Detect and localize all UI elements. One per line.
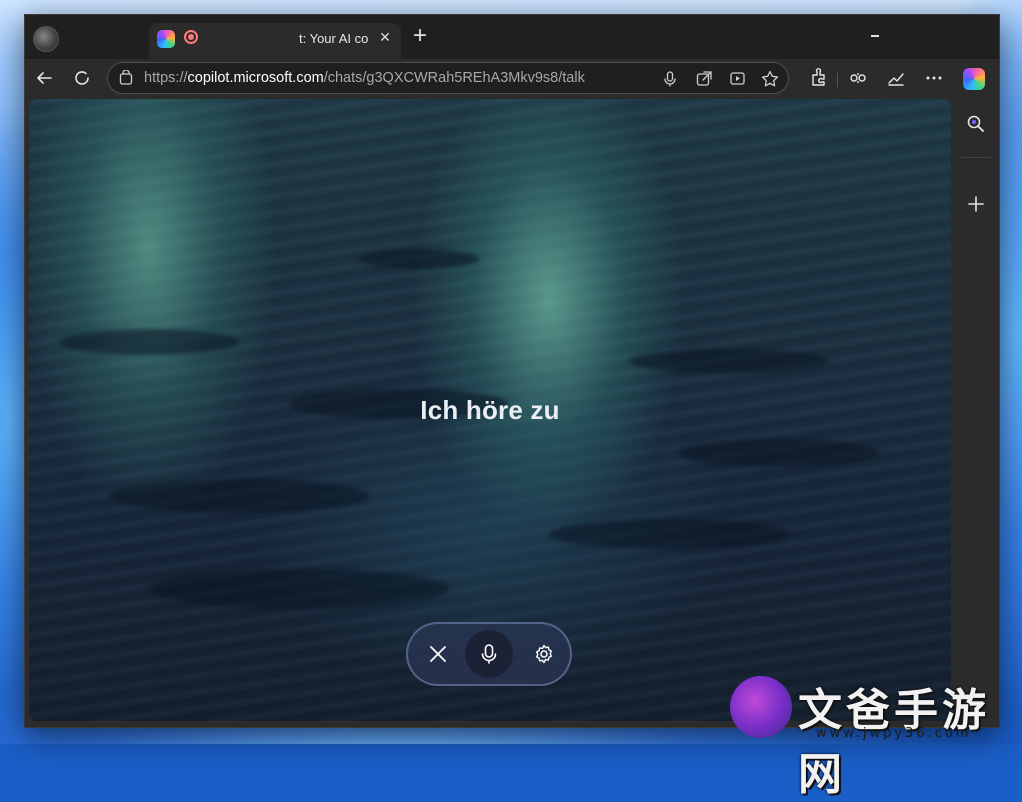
- url-path: /chats/g3QXCWRah5REhA3Mkv9s8/talk: [323, 70, 585, 86]
- page-info-icon[interactable]: [118, 70, 134, 86]
- open-external-icon[interactable]: [694, 69, 714, 89]
- site-watermark: 文爸手游网 www.jwpy36.com: [724, 670, 1022, 800]
- performance-icon[interactable]: [885, 67, 907, 89]
- edge-sidebar: [953, 99, 999, 727]
- sidebar-divider: [961, 157, 991, 158]
- voice-mode-canvas: Ich höre zu: [29, 99, 951, 721]
- tab-title: t: Your AI co: [299, 31, 369, 46]
- favorite-star-icon[interactable]: [760, 69, 780, 89]
- tab-strip: t: Your AI co ✕ +: [25, 15, 999, 59]
- watermark-logo-icon: [730, 676, 792, 738]
- microphone-button[interactable]: [465, 630, 513, 678]
- toolbar-divider: [837, 73, 838, 87]
- water-ripple: [679, 439, 879, 467]
- profile-avatar[interactable]: [33, 26, 59, 52]
- copilot-favicon-icon: [157, 30, 175, 48]
- more-options-icon[interactable]: [923, 67, 945, 89]
- recording-indicator-icon: [184, 30, 198, 44]
- water-ripple: [109, 479, 369, 513]
- end-voice-button[interactable]: [414, 630, 462, 678]
- listening-status: Ich höre zu: [420, 395, 560, 425]
- tab-copilot[interactable]: t: Your AI co ✕: [149, 23, 401, 59]
- copilot-apps-icon[interactable]: [847, 67, 869, 89]
- extensions-icon[interactable]: [807, 67, 829, 89]
- url-host: copilot.microsoft.com: [187, 70, 324, 86]
- gear-icon: [536, 644, 552, 664]
- copilot-sidebar-icon[interactable]: [963, 68, 985, 90]
- toolbar: https://copilot.microsoft.com/chats/g3QX…: [25, 59, 999, 99]
- browser-window: t: Your AI co ✕ + https://copilot.micros…: [24, 14, 1000, 728]
- watermark-url: www.jwpy36.com: [816, 726, 972, 741]
- water-ripple: [149, 569, 449, 609]
- address-bar[interactable]: https://copilot.microsoft.com/chats/g3QX…: [107, 62, 789, 94]
- add-icon[interactable]: [965, 193, 987, 215]
- water-ripple: [629, 349, 829, 373]
- voice-settings-button[interactable]: [520, 630, 568, 678]
- media-cast-icon[interactable]: [728, 69, 748, 89]
- url-scheme: https://: [144, 70, 188, 86]
- url-text: https://copilot.microsoft.com/chats/g3QX…: [144, 70, 585, 86]
- microphone-icon: [481, 644, 497, 664]
- search-icon[interactable]: [965, 113, 987, 135]
- microphone-icon[interactable]: [660, 69, 680, 89]
- water-ripple: [549, 519, 789, 549]
- close-icon: [430, 646, 446, 662]
- refresh-icon[interactable]: [71, 67, 93, 89]
- back-arrow-icon[interactable]: [33, 67, 55, 89]
- water-ripple: [59, 329, 239, 355]
- minimize-icon[interactable]: [871, 35, 879, 37]
- new-tab-button[interactable]: +: [409, 24, 431, 48]
- water-ripple: [359, 249, 479, 269]
- voice-controls: [406, 622, 572, 686]
- tab-close-icon[interactable]: ✕: [375, 27, 395, 47]
